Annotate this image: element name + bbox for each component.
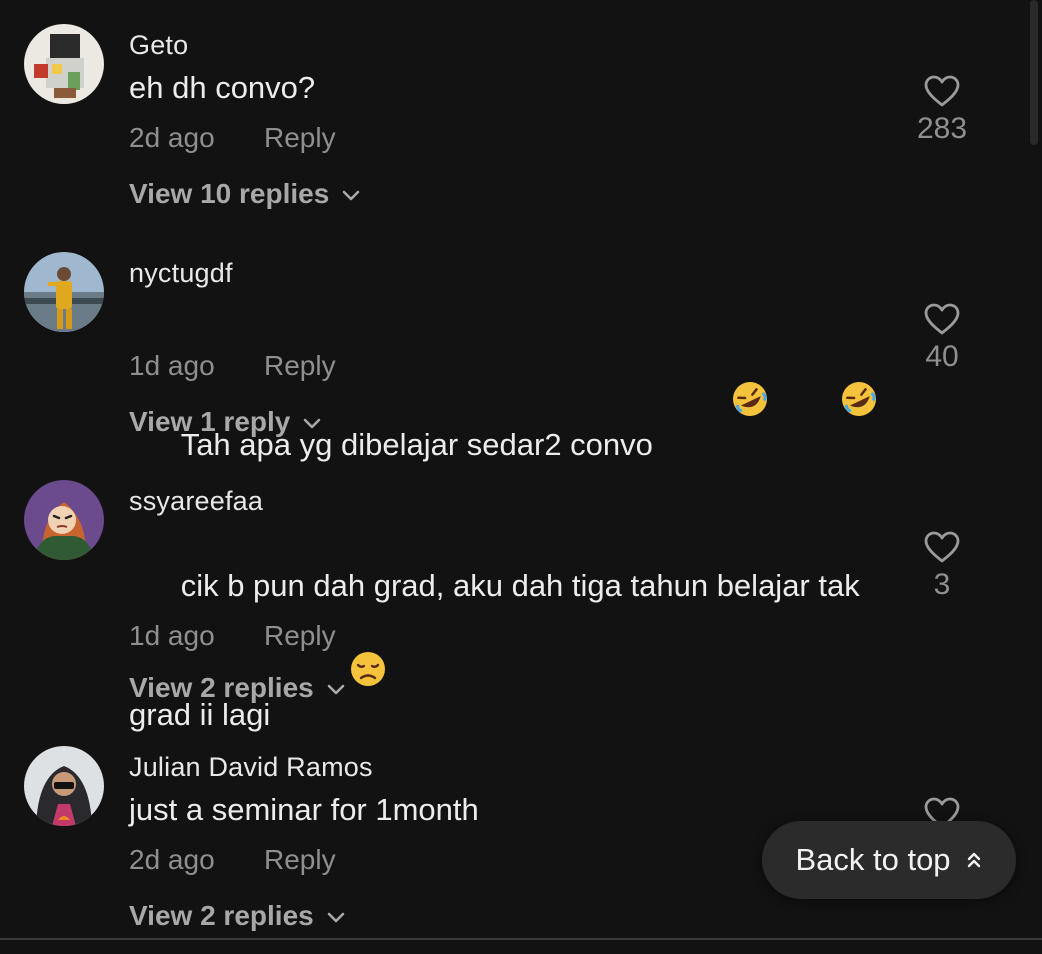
comment-text: cik b pun dah grad, aku dah tiga tahun b… <box>129 523 889 784</box>
double-chevron-up-icon <box>967 852 980 868</box>
chevron-down-icon <box>342 190 360 200</box>
like-count: 40 <box>925 340 959 373</box>
avatar[interactable] <box>24 480 104 560</box>
comment-username[interactable]: Geto <box>129 30 188 61</box>
reply-button[interactable]: Reply <box>264 844 336 876</box>
heart-icon[interactable] <box>923 74 961 108</box>
comment-timestamp: 1d ago <box>129 620 215 651</box>
view-replies-label: View 1 reply <box>129 406 291 437</box>
comment-timestamp: 1d ago <box>129 350 215 381</box>
like-count: 3 <box>933 568 951 601</box>
like-count: 283 <box>916 112 968 145</box>
comment-meta: 2d ago Reply <box>129 844 336 876</box>
reply-button[interactable]: Reply <box>264 122 336 154</box>
comment-text: eh dh convo? <box>129 70 316 105</box>
reply-button[interactable]: Reply <box>264 350 336 382</box>
view-replies-button[interactable]: View 1 reply <box>129 406 322 438</box>
view-replies-label: View 2 replies <box>129 900 314 931</box>
view-replies-label: View 10 replies <box>129 178 330 209</box>
back-to-top-button[interactable]: Back to top <box>762 821 1016 899</box>
heart-icon[interactable] <box>923 530 961 564</box>
comment-timestamp: 2d ago <box>129 844 215 875</box>
reply-button[interactable]: Reply <box>264 620 336 652</box>
chevron-down-icon <box>327 912 345 922</box>
chevron-down-icon <box>304 418 321 428</box>
view-replies-button[interactable]: View 2 replies <box>129 900 346 932</box>
scrollbar[interactable] <box>1030 0 1038 145</box>
comment-text: Tah apa yg dibelajar sedar2 convo <box>129 295 889 514</box>
comments-panel: Geto eh dh convo? 2d ago Reply View 10 re… <box>0 0 1042 954</box>
like-control: 283 <box>902 74 982 146</box>
rolling-on-floor-laughing-icon <box>770 337 879 472</box>
comment-meta: 1d ago Reply <box>129 620 336 652</box>
chevron-down-icon <box>327 684 345 694</box>
view-replies-button[interactable]: View 10 replies <box>129 178 361 210</box>
comment-username[interactable]: nyctugdf <box>129 258 233 289</box>
divider <box>0 938 1042 940</box>
rolling-on-floor-laughing-icon <box>662 337 771 472</box>
comment-meta: 1d ago Reply <box>129 350 336 382</box>
like-control: 40 <box>902 302 982 374</box>
comment-username[interactable]: Julian David Ramos <box>129 752 373 783</box>
comment-text: just a seminar for 1month <box>129 792 479 827</box>
comment-username[interactable]: ssyareefaa <box>129 486 263 517</box>
comment-meta: 2d ago Reply <box>129 122 336 154</box>
view-replies-button[interactable]: View 2 replies <box>129 672 346 704</box>
avatar[interactable] <box>24 24 104 104</box>
view-replies-label: View 2 replies <box>129 672 314 703</box>
heart-icon[interactable] <box>923 302 961 336</box>
like-control: 3 <box>902 530 982 602</box>
avatar[interactable] <box>24 252 104 332</box>
avatar[interactable] <box>24 746 104 826</box>
back-to-top-label: Back to top <box>795 842 951 877</box>
comment-timestamp: 2d ago <box>129 122 215 153</box>
